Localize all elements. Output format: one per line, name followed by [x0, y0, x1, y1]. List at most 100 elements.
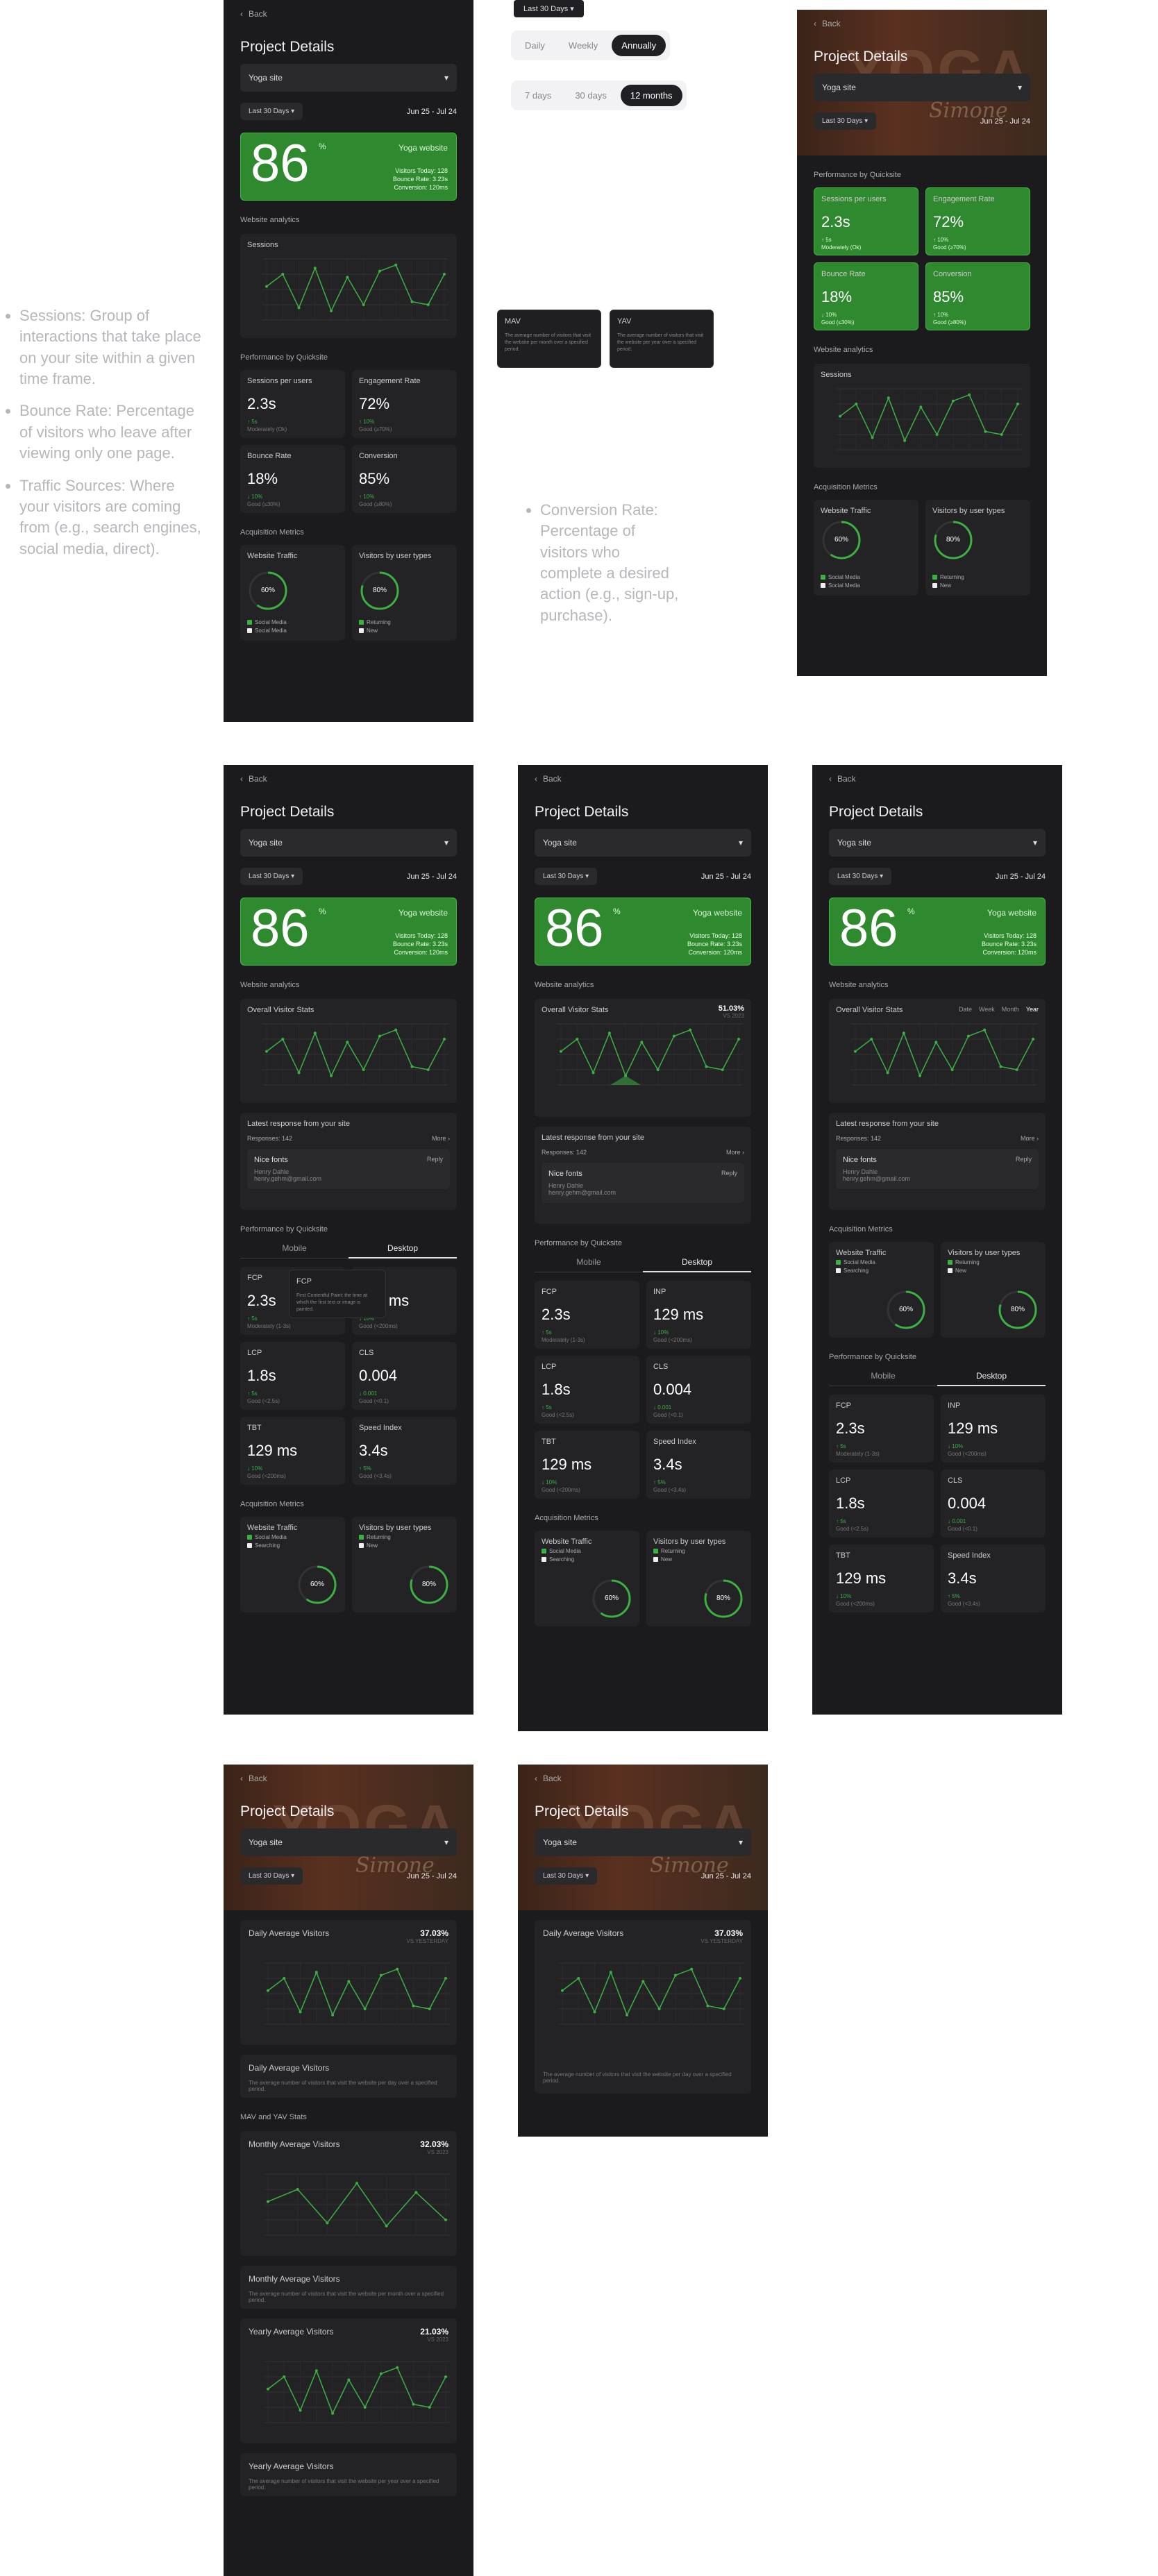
- range-dropdown[interactable]: Last 30 Days ▾: [240, 1867, 303, 1885]
- metric-lcp[interactable]: LCP 1.8s ↑ 5s Good (<2.5s): [240, 1342, 345, 1410]
- period-tab-week[interactable]: Week: [979, 1006, 995, 1013]
- website-traffic-card[interactable]: Website Traffic 60% Social Media Social M…: [240, 545, 345, 641]
- metric-engagement-rate[interactable]: Engagement Rate 72% ↑ 10% Good (≥70%): [925, 187, 1030, 255]
- more-link[interactable]: More ›: [726, 1149, 744, 1156]
- data-point: [394, 1028, 398, 1032]
- site-select[interactable]: Yoga site ▾: [240, 829, 457, 857]
- site-select[interactable]: Yoga site ▾: [829, 829, 1046, 857]
- site-select[interactable]: Yoga site ▾: [535, 829, 751, 857]
- metric-tbt[interactable]: TBT 129 ms ↓ 10% Good (<200ms): [829, 1544, 934, 1613]
- data-point: [297, 306, 301, 310]
- metric-engagement-rate[interactable]: Engagement Rate 72% ↑ 10% Good (≥70%): [352, 370, 457, 438]
- metric-cls[interactable]: CLS 0.004 ↓ 0.001 Good (<0.1): [352, 1342, 457, 1410]
- visitors-type-card[interactable]: Visitors by user types 80% Returning New: [925, 500, 1030, 596]
- segment-range-dropdown[interactable]: Last 30 Days ▾: [514, 0, 584, 17]
- period-tab-month[interactable]: Month: [1002, 1006, 1019, 1013]
- site-select[interactable]: Yoga site ▾: [814, 74, 1030, 101]
- metric-fcp[interactable]: FCP 2.3s ↑ 5s Moderately (1-3s): [535, 1281, 639, 1349]
- data-point: [737, 1038, 740, 1041]
- metric-speed-index[interactable]: Speed Index 3.4s ↑ 5% Good (<3.4s): [646, 1431, 751, 1499]
- seg-7-days[interactable]: 7 days: [515, 85, 561, 106]
- metric-fcp[interactable]: FCP 2.3s ↑ 5s Moderately (1-3s): [829, 1395, 934, 1463]
- seg-daily[interactable]: Daily: [515, 35, 555, 56]
- metric-bounce-rate[interactable]: Bounce Rate 18% ↓ 10% Good (≤30%): [814, 262, 918, 330]
- data-point: [706, 2004, 710, 2007]
- metric-inp[interactable]: INP129 ms↓ 10%Good (<200ms): [941, 1395, 1046, 1463]
- reply-button[interactable]: Reply: [721, 1170, 737, 1178]
- tab-desktop[interactable]: Desktop: [937, 1371, 1046, 1386]
- data-point: [984, 430, 987, 433]
- site-select[interactable]: Yoga site ▾: [535, 1828, 751, 1856]
- seg-annually[interactable]: Annually: [612, 35, 666, 56]
- metric-speed-index[interactable]: Speed Index 3.4s ↑ 5% Good (<3.4s): [352, 1417, 457, 1485]
- visitors-ring: 80%: [408, 1564, 450, 1606]
- visitors-type-card[interactable]: Visitors by user types Returning New 80%: [646, 1531, 751, 1626]
- back-button[interactable]: ‹ Back: [224, 1765, 284, 1792]
- metric-tbt[interactable]: TBT 129 ms ↓ 10% Good (<200ms): [535, 1431, 639, 1499]
- website-traffic-card[interactable]: Website Traffic Social Media Searching 60%: [535, 1531, 639, 1626]
- tab-mobile[interactable]: Mobile: [535, 1257, 643, 1272]
- website-traffic-card[interactable]: Website Traffic Social Media Searching 60%: [240, 1517, 345, 1613]
- metric-speed-index[interactable]: Speed Index 3.4s ↑ 5% Good (<3.4s): [941, 1544, 1046, 1613]
- metric-conversion[interactable]: Conversion 85% ↑ 10% Good (≥80%): [925, 262, 1030, 330]
- back-button[interactable]: ‹ Back: [518, 1765, 578, 1792]
- back-button[interactable]: ‹ Back: [518, 765, 768, 793]
- chevron-down-icon: ▾: [738, 838, 743, 848]
- data-point: [918, 1074, 922, 1077]
- metric-lcp[interactable]: LCP 1.8s ↑ 5s Good (<2.5s): [535, 1356, 639, 1424]
- metric-cls[interactable]: CLS 0.004 ↓ 0.001 Good (<0.1): [941, 1470, 1046, 1538]
- seg-30-days[interactable]: 30 days: [565, 85, 616, 106]
- monthly-average-desc: Monthly Average Visitors The average numb…: [240, 2266, 457, 2309]
- metric-tbt[interactable]: TBT 129 ms ↓ 10% Good (<200ms): [240, 1417, 345, 1485]
- series-line: [266, 1029, 445, 1077]
- metric-bounce-rate[interactable]: Bounce Rate 18% ↓ 10% Good (≤30%): [240, 445, 345, 513]
- range-dropdown[interactable]: Last 30 Days ▾: [814, 112, 877, 130]
- metric-conversion[interactable]: Conversion 85% ↑ 10% Good (≥80%): [352, 445, 457, 513]
- metric-inp[interactable]: INP129 ms↓ 10%Good (<200ms): [646, 1281, 751, 1349]
- tab-desktop[interactable]: Desktop: [349, 1243, 457, 1258]
- back-button[interactable]: ‹ Back: [812, 765, 1062, 793]
- metric-sessions-per-user[interactable]: Sessions per users 2.3s ↑ 5s Moderately (Ok…: [240, 370, 345, 438]
- daily-line: [558, 1962, 744, 2025]
- seg-weekly[interactable]: Weekly: [559, 35, 607, 56]
- data-point: [314, 2369, 318, 2373]
- range-dropdown[interactable]: Last 30 Days ▾: [535, 868, 598, 885]
- reply-button[interactable]: Reply: [1016, 1156, 1032, 1164]
- metric-lcp[interactable]: LCP 1.8s ↑ 5s Good (<2.5s): [829, 1470, 934, 1538]
- visitors-type-card[interactable]: Visitors by user types Returning New 80%: [352, 1517, 457, 1613]
- back-button[interactable]: ‹ Back: [224, 765, 473, 793]
- range-dropdown[interactable]: Last 30 Days ▾: [240, 868, 303, 885]
- back-button[interactable]: ‹ Back: [224, 0, 473, 28]
- more-link[interactable]: More ›: [1021, 1135, 1039, 1142]
- metric-cls[interactable]: CLS 0.004 ↓ 0.001 Good (<0.1): [646, 1356, 751, 1424]
- series-line: [266, 264, 445, 312]
- visitors-type-card[interactable]: Visitors by user types Returning New 80%: [941, 1242, 1046, 1338]
- period-tab-year[interactable]: Year: [1026, 1006, 1039, 1013]
- yav-tooltip: YAV The average number of visitors that v…: [610, 310, 714, 368]
- website-traffic-card[interactable]: Website Traffic 60% Social Media Social M…: [814, 500, 918, 596]
- data-point: [626, 2013, 629, 2017]
- range-dropdown[interactable]: Last 30 Days ▾: [829, 868, 892, 885]
- site-select[interactable]: Yoga site ▾: [240, 64, 457, 92]
- range-dropdown[interactable]: Last 30 Days ▾: [535, 1867, 598, 1885]
- reply-button[interactable]: Reply: [427, 1156, 443, 1164]
- range-dropdown[interactable]: Last 30 Days ▾: [240, 103, 303, 120]
- tab-desktop[interactable]: Desktop: [643, 1257, 751, 1272]
- data-point: [314, 1971, 318, 1974]
- data-point: [640, 1041, 644, 1044]
- website-traffic-card[interactable]: Website Traffic Social Media Searching 60%: [829, 1242, 934, 1338]
- seg-12-months[interactable]: 12 months: [620, 85, 682, 106]
- traffic-ring: 60%: [821, 519, 862, 561]
- data-point: [346, 1041, 349, 1044]
- data-point: [313, 1032, 317, 1035]
- period-tab-date[interactable]: Date: [959, 1006, 972, 1013]
- site-select[interactable]: Yoga site ▾: [240, 1828, 457, 1856]
- back-button[interactable]: ‹ Back: [797, 10, 857, 37]
- score-card: 86% Yoga website Visitors Today: 128 Bounce…: [829, 898, 1046, 966]
- metric-sessions-per-user[interactable]: Sessions per users 2.3s ↑ 5s Moderately (Ok…: [814, 187, 918, 255]
- visitors-type-card[interactable]: Visitors by user types 80% Returning New: [352, 545, 457, 641]
- tab-mobile[interactable]: Mobile: [829, 1371, 937, 1386]
- note-conversion-rate: Conversion Rate: Percentage of visitors …: [540, 500, 680, 626]
- more-link[interactable]: More ›: [432, 1135, 450, 1142]
- tab-mobile[interactable]: Mobile: [240, 1243, 349, 1258]
